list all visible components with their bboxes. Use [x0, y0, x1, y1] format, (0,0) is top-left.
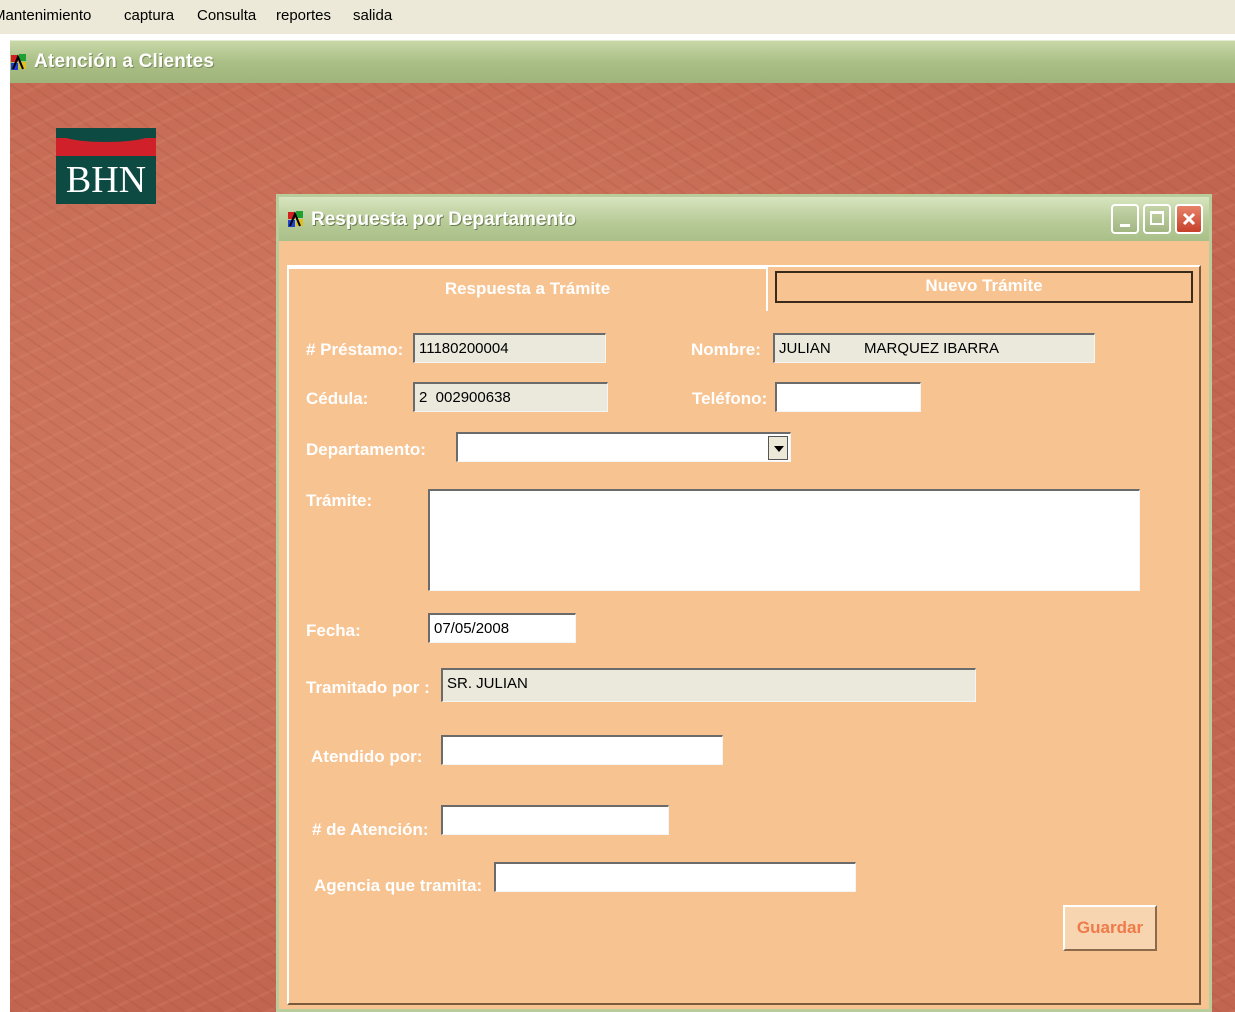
- telefono-label: Teléfono:: [692, 389, 768, 408]
- prestamo-field[interactable]: 11180200004: [413, 333, 606, 363]
- menu-item-consulta[interactable]: Consulta: [197, 7, 256, 24]
- dialog-title-bar[interactable]: Respuesta por Departamento: [279, 197, 1209, 241]
- telefono-field[interactable]: [775, 382, 921, 412]
- bhn-logo: BHN: [56, 128, 156, 204]
- chevron-down-icon[interactable]: [768, 436, 788, 460]
- guardar-button[interactable]: Guardar: [1063, 905, 1157, 951]
- agencia-label: Agencia que tramita:: [314, 876, 483, 895]
- tab-nuevo-tramite[interactable]: Nuevo Trámite: [775, 271, 1193, 303]
- menu-item-captura[interactable]: captura: [124, 7, 174, 24]
- agencia-field[interactable]: [494, 862, 856, 892]
- tramite-label: Trámite:: [306, 491, 373, 510]
- nombre-label: Nombre:: [691, 340, 761, 359]
- dialog-title: Respuesta por Departamento: [311, 209, 577, 230]
- atencion-label: # de Atención:: [312, 820, 429, 839]
- tab-respuesta-tramite[interactable]: Respuesta a Trámite: [287, 267, 768, 311]
- maximize-button[interactable]: [1143, 204, 1171, 234]
- close-button[interactable]: [1175, 204, 1203, 234]
- atendido-label: Atendido por:: [311, 747, 423, 766]
- close-icon: [1182, 212, 1196, 226]
- minimize-button[interactable]: [1111, 204, 1139, 234]
- menu-item-salida[interactable]: salida: [353, 7, 392, 24]
- prestamo-label: # Préstamo:: [306, 340, 404, 359]
- tramite-textarea[interactable]: [428, 489, 1140, 591]
- cedula-label: Cédula:: [306, 389, 369, 408]
- app-icon: [11, 54, 26, 70]
- menu-bar: Mantenimiento captura Consulta reportes …: [0, 0, 1235, 34]
- fecha-field[interactable]: 07/05/2008: [428, 613, 576, 643]
- atendido-field[interactable]: [441, 735, 723, 765]
- tramitado-field[interactable]: SR. JULIAN: [441, 668, 976, 702]
- app-title: Atención a Clientes: [34, 51, 215, 72]
- fecha-label: Fecha:: [306, 621, 361, 640]
- tramitado-label: Tramitado por :: [306, 678, 430, 697]
- dialog-icon: [288, 211, 303, 227]
- cedula-field[interactable]: 2 002900638: [413, 382, 608, 412]
- departamento-select[interactable]: [456, 432, 791, 462]
- menu-item-mantenimiento[interactable]: Mantenimiento: [0, 7, 91, 24]
- app-title-bar: Atención a Clientes: [10, 40, 1235, 84]
- minimize-icon: [1120, 224, 1130, 227]
- nombre-field[interactable]: JULIAN MARQUEZ IBARRA: [773, 333, 1095, 363]
- maximize-icon: [1150, 211, 1164, 225]
- departamento-label: Departamento:: [306, 440, 426, 459]
- dialog-window: Respuesta por Departamento Respuesta a T…: [276, 194, 1212, 1012]
- menu-item-reportes[interactable]: reportes: [276, 7, 331, 24]
- atencion-field[interactable]: [441, 805, 669, 835]
- logo-text: BHN: [65, 159, 147, 201]
